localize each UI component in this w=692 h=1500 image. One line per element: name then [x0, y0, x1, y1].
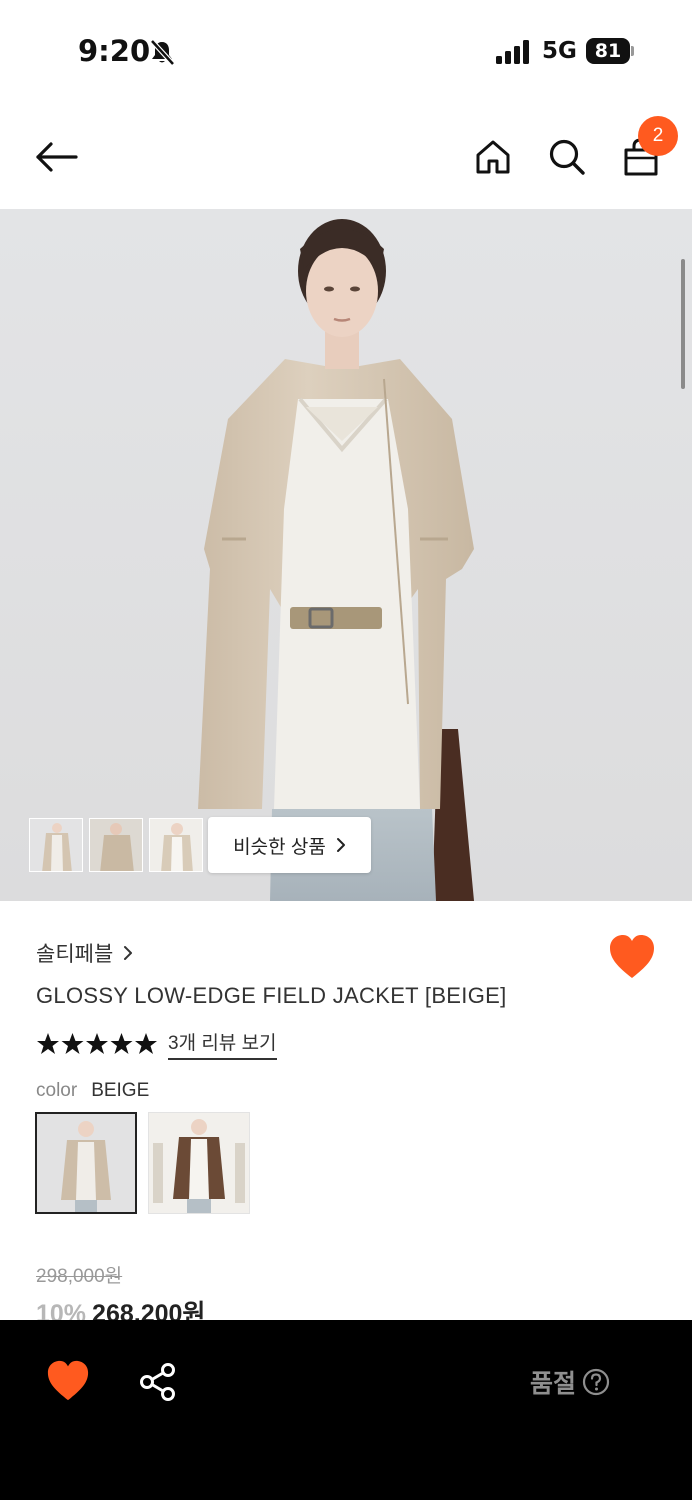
- image-thumbnail[interactable]: [149, 818, 203, 872]
- wishlist-heart-icon[interactable]: [608, 934, 656, 980]
- color-option-brown[interactable]: [148, 1112, 250, 1214]
- battery-level: 81: [594, 40, 622, 62]
- color-row: color BEIGE: [36, 1080, 149, 1102]
- battery-icon: 81: [586, 38, 634, 64]
- share-icon[interactable]: [138, 1362, 178, 1402]
- soldout-label: 품절: [530, 1370, 577, 1398]
- top-nav: 2: [0, 110, 692, 206]
- swatch-image: [37, 1114, 135, 1212]
- thumbnail-image: [150, 819, 202, 871]
- color-label: color: [36, 1080, 78, 1101]
- similar-products-button[interactable]: 비슷한 상품: [208, 817, 371, 873]
- swatch-image: [149, 1113, 249, 1213]
- brand-link[interactable]: 솔티페블: [36, 938, 133, 968]
- rating-row: 3개 리뷰 보기: [36, 1028, 277, 1060]
- heart-icon[interactable]: [46, 1360, 90, 1402]
- bottom-action-bar: 품절: [0, 1320, 692, 1500]
- arrow-left-icon: [36, 142, 78, 172]
- search-icon: [549, 139, 585, 175]
- home-button[interactable]: [468, 132, 518, 182]
- color-option-beige[interactable]: [35, 1112, 137, 1214]
- thumbnail-image: [30, 819, 82, 871]
- brand-name: 솔티페블: [36, 943, 114, 966]
- product-image-carousel[interactable]: 비슷한 상품: [0, 209, 692, 901]
- back-button[interactable]: [31, 132, 81, 182]
- status-time: 9:20: [78, 34, 151, 68]
- search-button[interactable]: [542, 132, 592, 182]
- soldout-status: 품절: [530, 1364, 610, 1400]
- rating-stars-icon: [37, 1033, 157, 1054]
- color-value: BEIGE: [91, 1080, 150, 1101]
- status-bar: 9:20 5G 81: [0, 0, 692, 100]
- help-icon[interactable]: [582, 1368, 610, 1396]
- image-thumbnail[interactable]: [89, 818, 143, 872]
- image-thumbnail[interactable]: [29, 818, 83, 872]
- home-icon: [476, 140, 510, 174]
- product-title: GLOSSY LOW-EDGE FIELD JACKET [BEIGE]: [36, 983, 507, 1008]
- chevron-right-icon: [336, 838, 345, 852]
- original-price: 298,000원: [36, 1266, 123, 1287]
- chevron-right-icon: [124, 946, 133, 960]
- product-photo: [0, 209, 692, 901]
- scroll-indicator: [681, 259, 685, 389]
- thumbnail-image: [90, 819, 142, 871]
- signal-icon: [496, 40, 529, 64]
- network-label: 5G: [542, 38, 577, 64]
- bell-off-icon: [150, 39, 175, 66]
- view-reviews-link[interactable]: 3개 리뷰 보기: [168, 1028, 277, 1060]
- cart-count-badge: 2: [638, 116, 678, 156]
- similar-products-label: 비슷한 상품: [233, 836, 326, 858]
